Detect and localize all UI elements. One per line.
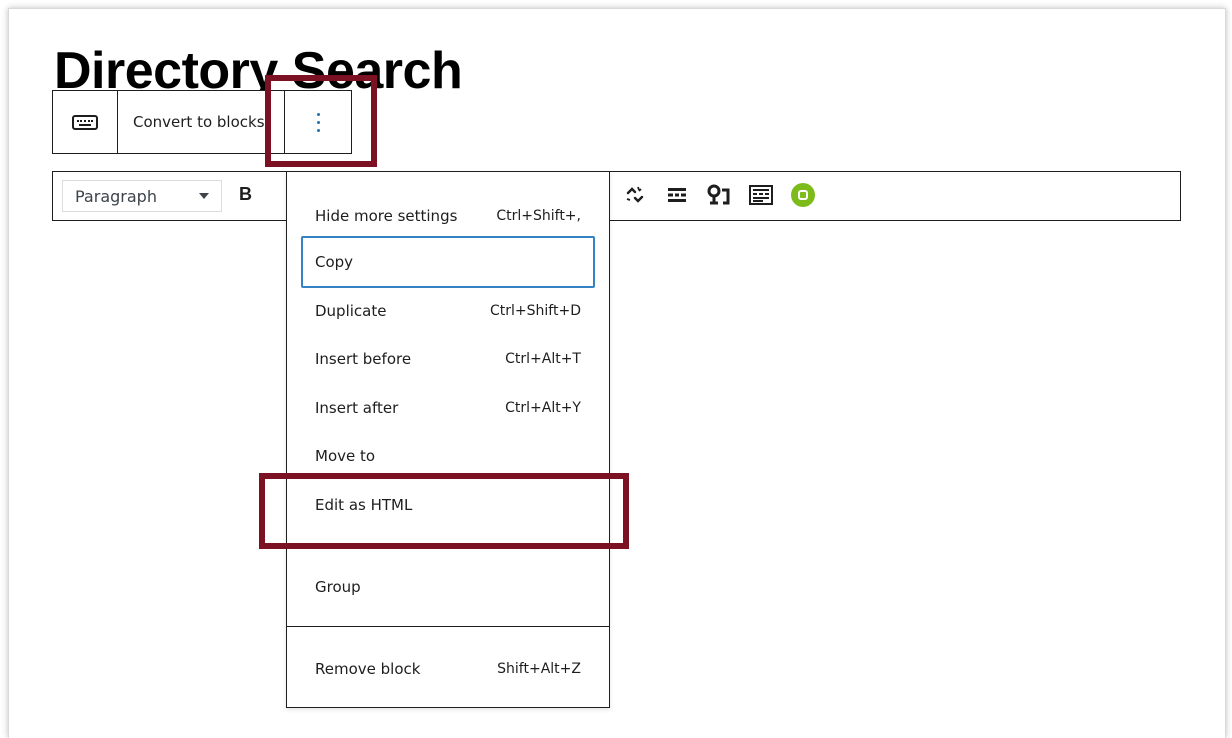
- read-more-icon[interactable]: [665, 183, 689, 207]
- menu-item-insert-before[interactable]: Insert before Ctrl+Alt+T: [301, 335, 595, 383]
- classic-editor-toolbar: Paragraph B: [52, 171, 1181, 221]
- menu-item-remove-block[interactable]: Remove block Shift+Alt+Z: [301, 645, 595, 693]
- unlink-icon[interactable]: [623, 183, 647, 207]
- block-toolbar: Convert to blocks: [52, 90, 352, 154]
- menu-item-hide-more-settings[interactable]: Hide more settings Ctrl+Shift+,: [301, 192, 595, 240]
- menu-item-insert-after[interactable]: Insert after Ctrl+Alt+Y: [301, 384, 595, 432]
- menu-item-group[interactable]: Group: [301, 563, 595, 611]
- menu-item-label: Hide more settings: [315, 207, 458, 225]
- block-options-menu: Hide more settings Ctrl+Shift+, Copy Dup…: [286, 171, 610, 708]
- toolbar-toggle-icon[interactable]: [749, 183, 773, 207]
- menu-item-label: Insert before: [315, 350, 412, 368]
- menu-item-label: Edit as HTML: [315, 496, 413, 514]
- menu-item-shortcut: Shift+Alt+Z: [497, 661, 581, 677]
- menu-item-move-to[interactable]: Move to: [301, 432, 595, 480]
- menu-divider: [287, 545, 609, 546]
- convert-to-blocks-button[interactable]: Convert to blocks: [118, 91, 285, 153]
- menu-item-duplicate[interactable]: Duplicate Ctrl+Shift+D: [301, 287, 595, 335]
- block-type-button[interactable]: [53, 91, 118, 153]
- shortcode-icon[interactable]: [707, 183, 731, 207]
- menu-item-label: Duplicate: [315, 302, 387, 320]
- format-select[interactable]: Paragraph: [62, 180, 222, 212]
- caret-down-icon: [199, 193, 209, 199]
- menu-item-label: Group: [315, 578, 361, 596]
- green-addon-icon[interactable]: [791, 183, 815, 207]
- bold-button[interactable]: B: [239, 184, 252, 205]
- menu-item-label: Insert after: [315, 399, 399, 417]
- convert-to-blocks-label: Convert to blocks: [133, 113, 265, 131]
- menu-item-shortcut: Ctrl+Alt+Y: [505, 400, 581, 416]
- menu-item-copy[interactable]: Copy: [301, 236, 595, 288]
- menu-item-label: Remove block: [315, 660, 421, 678]
- menu-item-shortcut: Ctrl+Shift+D: [490, 303, 581, 319]
- keyboard-icon: [72, 114, 98, 130]
- menu-item-label: Copy: [315, 253, 354, 271]
- format-select-value: Paragraph: [75, 186, 157, 206]
- menu-item-label: Move to: [315, 447, 376, 465]
- vertical-ellipsis-icon: [316, 112, 320, 132]
- menu-divider: [287, 626, 609, 627]
- menu-item-edit-as-html[interactable]: Edit as HTML: [301, 481, 595, 529]
- menu-item-shortcut: Ctrl+Alt+T: [505, 351, 581, 367]
- menu-item-shortcut: Ctrl+Shift+,: [496, 208, 581, 224]
- more-options-button[interactable]: [285, 91, 351, 153]
